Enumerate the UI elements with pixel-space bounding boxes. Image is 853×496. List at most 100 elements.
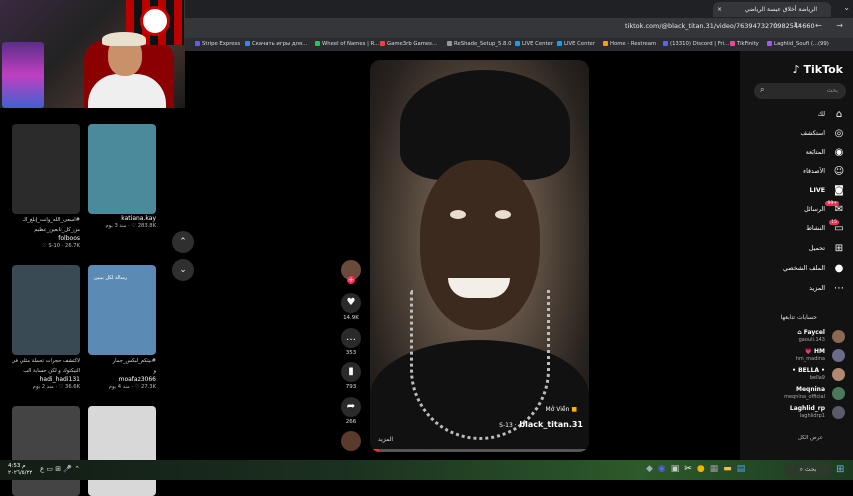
- video-card[interactable]: katiana.kay 283.8K ♡ · منذ 3 يوم: [88, 124, 156, 229]
- save-button[interactable]: ▮ 793: [340, 362, 362, 390]
- search-icon[interactable]: ⌕: [760, 85, 764, 95]
- nav-more[interactable]: ⋯ المزيد: [745, 283, 845, 297]
- share-icon[interactable]: ➦: [341, 397, 361, 417]
- profile-icon: ●: [834, 263, 844, 274]
- bookmark-item[interactable]: Home - Restream: [603, 41, 656, 47]
- avatar[interactable]: [832, 330, 845, 343]
- video-thumbnail[interactable]: [12, 406, 80, 496]
- music-disc[interactable]: [340, 431, 362, 451]
- nav-following[interactable]: ◉ المتابَعة: [745, 147, 845, 161]
- bookmark-item[interactable]: ReShade_Setup_5.8.0: [447, 41, 511, 47]
- video-chain: [410, 290, 550, 440]
- author-avatar[interactable]: +: [340, 260, 362, 284]
- bookmark-item[interactable]: Game3rb Games...: [380, 41, 437, 47]
- video-player[interactable]: Mở Viền ■ S-13 · black_titan.31 المزيد: [370, 60, 589, 452]
- video-card[interactable]: رسالة لكل بيبين #بيتكم_لبكس_جمار و moafaz30…: [88, 265, 156, 390]
- tiktok-logo[interactable]: ♪ TikTok: [793, 63, 843, 76]
- file-explorer-icon[interactable]: ▬: [723, 464, 737, 474]
- video-author[interactable]: S-13 · black_titan.31: [499, 420, 583, 429]
- bookmark-icon[interactable]: ▮: [341, 362, 361, 382]
- video-thumbnail[interactable]: [12, 124, 80, 214]
- video-card[interactable]: لاكتشف حجرات تحملة مثلي في التيكتوك و لكن…: [12, 265, 80, 390]
- bookmark-favicon-icon: [447, 41, 452, 46]
- followed-account[interactable]: Laghlid_rp laghlidrp1: [745, 405, 845, 422]
- comment-button[interactable]: … 353: [340, 328, 362, 356]
- next-video-button[interactable]: ⌄: [172, 259, 194, 281]
- search-placeholder: بحث: [826, 87, 838, 94]
- video-thumbnail[interactable]: [12, 265, 80, 355]
- see-more-link[interactable]: المزيد: [378, 436, 393, 443]
- close-tab-icon[interactable]: ×: [717, 2, 722, 17]
- follow-plus-icon[interactable]: +: [347, 276, 355, 284]
- bookmark-item[interactable]: (13310) Discord | Fri...: [663, 41, 729, 47]
- nav-label: الرسائل: [804, 206, 825, 213]
- followed-account[interactable]: HM 💗 hm_madina: [745, 348, 845, 365]
- nav-messages[interactable]: ✉ الرسائل +99: [745, 201, 845, 218]
- avatar[interactable]: [832, 349, 845, 362]
- app-icon[interactable]: ▣: [671, 464, 685, 474]
- capcut-icon[interactable]: ✂: [684, 464, 697, 474]
- tab-search-icon[interactable]: ⌄: [843, 3, 850, 12]
- nav-compass[interactable]: ◎ استكشف: [745, 128, 845, 142]
- video-card[interactable]: [12, 406, 80, 496]
- browser-toolbar-icons[interactable]: ☆ ↻ ← →: [772, 21, 849, 30]
- like-count: 14.9K: [343, 315, 359, 321]
- video-author[interactable]: folboos: [12, 235, 80, 242]
- previous-video-button[interactable]: ⌃: [172, 231, 194, 253]
- music-disc-icon[interactable]: [341, 431, 361, 451]
- nav-profile[interactable]: ● الملف الشخصي: [745, 263, 845, 277]
- nav-home[interactable]: ⌂ لك: [745, 109, 845, 123]
- avatar[interactable]: [832, 406, 845, 419]
- bookmark-item[interactable]: Wheel of Names | R...: [315, 41, 379, 47]
- see-all-link[interactable]: عرض الكل: [798, 435, 823, 441]
- avatar[interactable]: [832, 368, 845, 381]
- bookmark-item[interactable]: TikFinity: [730, 41, 759, 47]
- nav-label: الأصدقاء: [803, 168, 825, 175]
- nav-activity[interactable]: ▭ النشاط 15: [745, 220, 845, 237]
- chrome-icon[interactable]: ●: [697, 464, 710, 474]
- video-thumbnail[interactable]: [88, 124, 156, 214]
- like-button[interactable]: ♥ 14.9K: [340, 293, 362, 321]
- steam-icon[interactable]: ◆: [646, 464, 658, 474]
- system-tray[interactable]: ع ▭ ⊞ 🎤 ⌃: [40, 465, 80, 473]
- taskbar-search[interactable]: ⌕ بحث: [784, 463, 832, 477]
- video-thumbnail[interactable]: [88, 406, 156, 496]
- video-author[interactable]: hadi_hadi131: [12, 376, 80, 383]
- video-author[interactable]: katiana.kay: [88, 215, 156, 222]
- upload-icon: ⊞: [834, 243, 844, 254]
- video-thumbnail[interactable]: رسالة لكل بيبين: [88, 265, 156, 355]
- video-progress-bar[interactable]: [370, 449, 589, 452]
- video-caption-line2: و: [153, 368, 156, 374]
- share-button[interactable]: ➦ 266: [340, 397, 362, 425]
- nav-friends[interactable]: ☺ الأصدقاء: [745, 166, 845, 180]
- video-author[interactable]: moafaz3066: [88, 376, 156, 383]
- nav-live[interactable]: ◙ LIVE: [745, 185, 845, 199]
- compass-icon: ◎: [834, 128, 844, 139]
- author-handle[interactable]: black_titan.31: [519, 420, 583, 429]
- followed-account[interactable]: Meqnina meqnina_official: [745, 386, 845, 403]
- heart-icon[interactable]: ♥: [341, 293, 361, 313]
- start-button[interactable]: ⊞: [836, 464, 844, 475]
- discord-icon[interactable]: ◉: [658, 464, 671, 474]
- avatar[interactable]: [832, 387, 845, 400]
- followed-account[interactable]: • BELLA • bella9: [745, 367, 845, 384]
- bookmark-item[interactable]: Stripe Express: [195, 41, 240, 47]
- bookmark-item[interactable]: Скачать игры для...: [245, 41, 307, 47]
- comment-count: 353: [345, 350, 357, 356]
- address-bar[interactable]: tiktok.com/@black_titan.31/video/7639473…: [185, 18, 853, 38]
- system-clock[interactable]: م 4:53 ٢٠٢٦/٥/٢٢: [8, 463, 32, 477]
- bookmark-item[interactable]: Laghlid_Soufi (...(99): [767, 41, 829, 47]
- search-input[interactable]: ⌕ بحث: [754, 83, 846, 99]
- followed-account[interactable]: Faycel ⌂ gaouli.143: [745, 329, 845, 346]
- taskbar-apps[interactable]: ◆◉▣✂●▦▬▤: [646, 464, 750, 474]
- active-tab[interactable]: × الرياضة أخلاق عيسة الرياضي: [713, 2, 831, 17]
- bookmark-item[interactable]: LIVE Center: [515, 41, 553, 47]
- language-indicator[interactable]: ع: [40, 465, 44, 473]
- comment-icon[interactable]: …: [341, 328, 361, 348]
- app2-icon[interactable]: ▦: [710, 464, 724, 474]
- video-card[interactable]: #اسعى_الله_وانت_إبلغ_الـ من_كل_تابعين_عظي…: [12, 124, 80, 249]
- nav-upload[interactable]: ⊞ تحميل: [745, 243, 845, 257]
- bookmark-item[interactable]: LIVE Center: [557, 41, 595, 47]
- store-icon[interactable]: ▤: [737, 464, 751, 474]
- video-card[interactable]: [88, 406, 156, 496]
